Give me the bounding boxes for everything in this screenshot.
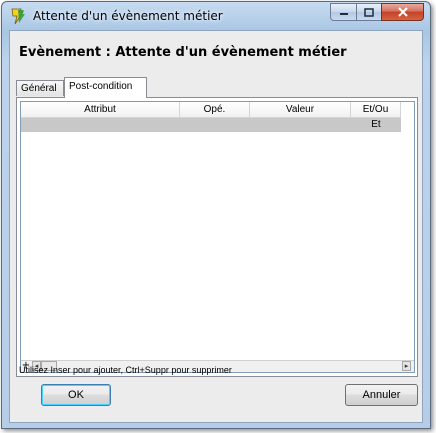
table-row[interactable]: Et <box>21 118 401 132</box>
dialog-client-area: Evènement : Attente d'un évènement métie… <box>9 30 423 423</box>
grid-header: Attribut Opé. Valeur Et/Ou <box>21 102 401 118</box>
caption-buttons <box>330 3 424 22</box>
heading-panel: Evènement : Attente d'un évènement métie… <box>10 31 422 73</box>
cell-ope[interactable] <box>180 118 250 132</box>
cancel-button[interactable]: Annuler <box>345 384 418 406</box>
cell-valeur[interactable] <box>250 118 351 132</box>
window-title: Attente d'un évènement métier <box>33 9 223 23</box>
condition-grid[interactable]: Attribut Opé. Valeur Et/Ou Et + ◂ ▸ <box>20 101 415 373</box>
column-header-etou[interactable]: Et/Ou <box>351 102 401 117</box>
title-bar[interactable]: Attente d'un évènement métier <box>2 2 430 30</box>
cell-attribut[interactable] <box>21 118 180 132</box>
minimize-button[interactable] <box>330 3 356 21</box>
scroll-right-icon[interactable]: ▸ <box>402 361 411 371</box>
tab-general[interactable]: Général <box>16 80 64 96</box>
page-title: Evènement : Attente d'un évènement métie… <box>19 45 347 60</box>
maximize-button[interactable] <box>356 3 381 21</box>
column-header-valeur[interactable]: Valeur <box>250 102 351 117</box>
close-button[interactable] <box>381 3 424 21</box>
help-hint: Utilisez Inser pour ajouter, Ctrl+Suppr … <box>19 365 232 375</box>
close-icon <box>397 7 408 17</box>
ok-button[interactable]: OK <box>41 384 111 406</box>
dialog-window: Attente d'un évènement métier Evènement … <box>1 1 431 429</box>
column-header-attribut[interactable]: Attribut <box>21 102 180 117</box>
maximize-icon <box>364 7 374 17</box>
tab-panel-post-condition: Attribut Opé. Valeur Et/Ou Et + ◂ ▸ Util… <box>16 97 418 377</box>
app-logo-icon <box>9 7 27 25</box>
column-header-ope[interactable]: Opé. <box>180 102 250 117</box>
tab-post-condition[interactable]: Post-condition <box>64 77 147 98</box>
cell-etou[interactable]: Et <box>351 118 401 132</box>
minimize-icon <box>339 13 348 15</box>
